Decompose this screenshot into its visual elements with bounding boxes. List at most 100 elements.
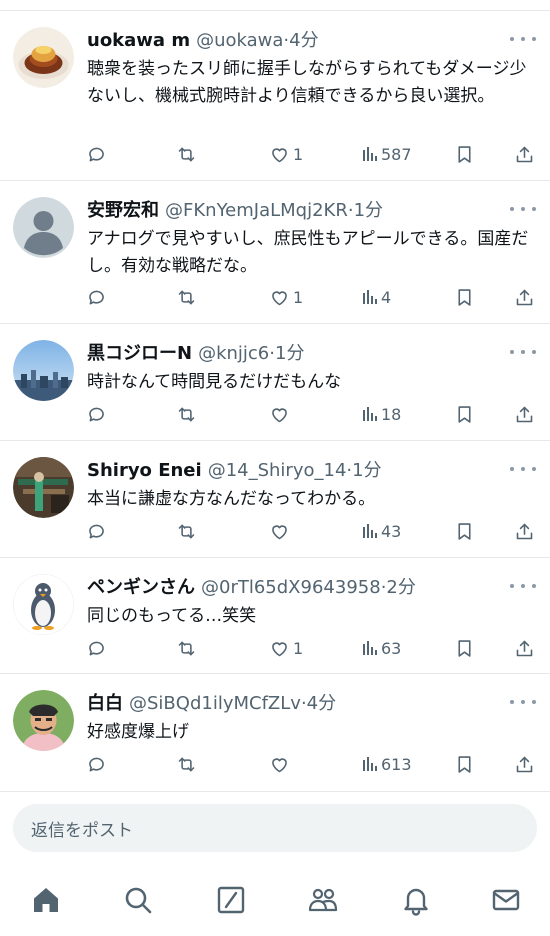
tab-messages[interactable] xyxy=(488,882,524,918)
views-button[interactable]: 4 xyxy=(362,284,391,310)
reply-item[interactable]: uokawa m @uokawa·4分 聴衆を装ったスリ師に握手しながらすられても… xyxy=(0,11,550,181)
user-handle[interactable]: @FKnYemJaLMqj2KR xyxy=(165,200,348,221)
more-options-icon[interactable] xyxy=(510,29,536,49)
repost-button[interactable] xyxy=(176,401,197,427)
reply-item[interactable]: 白白 @SiBQd1ilyMCfZLv·4分 好感度爆上げ 613 xyxy=(0,674,550,792)
avatar[interactable] xyxy=(13,457,74,518)
reply-icon xyxy=(89,290,104,304)
like-count: 1 xyxy=(293,287,304,307)
like-button[interactable]: 1 xyxy=(269,284,303,310)
like-button[interactable] xyxy=(269,518,293,544)
display-name[interactable]: ペンギンさん xyxy=(87,577,195,598)
reply-composer[interactable]: 返信をポスト xyxy=(13,804,537,852)
tab-search[interactable] xyxy=(120,882,156,918)
reply-item[interactable]: 安野宏和 @FKnYemJaLMqj2KR·1分 アナログで見やすいし、庶民性もア… xyxy=(0,181,550,324)
timestamp[interactable]: 4分 xyxy=(307,693,336,714)
repost-button[interactable] xyxy=(176,751,197,777)
tab-home[interactable] xyxy=(28,882,64,918)
display-name[interactable]: uokawa m xyxy=(87,30,190,51)
share-button[interactable] xyxy=(514,141,535,167)
timestamp[interactable]: 2分 xyxy=(386,577,415,598)
reply-header: 白白 @SiBQd1ilyMCfZLv·4分 xyxy=(87,692,510,716)
more-options-icon[interactable] xyxy=(510,576,536,596)
views-button[interactable]: 63 xyxy=(362,635,401,661)
timestamp[interactable]: 1分 xyxy=(352,460,381,481)
reply-icon xyxy=(89,757,104,771)
views-button[interactable]: 18 xyxy=(362,401,401,427)
like-count: 1 xyxy=(293,638,304,658)
reply-text: アナログで見やすいし、庶民性もアピールできる。国産だし。有効な戦略だな。 xyxy=(87,229,529,276)
repost-button[interactable] xyxy=(176,141,197,167)
avatar[interactable] xyxy=(13,340,74,401)
more-options-icon[interactable] xyxy=(510,342,536,362)
views-button[interactable]: 613 xyxy=(362,751,412,777)
reply-text: 本当に謙虚な方なんだなってわかる。 xyxy=(87,489,376,509)
more-options-icon[interactable] xyxy=(510,692,536,712)
repost-icon xyxy=(178,407,195,421)
bookmark-button[interactable] xyxy=(454,751,475,777)
reply-icon xyxy=(89,524,104,538)
reply-button[interactable] xyxy=(86,751,107,777)
display-name[interactable]: 白白 xyxy=(87,693,123,714)
composer-placeholder[interactable]: 返信をポスト xyxy=(31,816,133,841)
repost-icon xyxy=(178,290,195,304)
like-button[interactable] xyxy=(269,751,293,777)
avatar[interactable] xyxy=(13,574,74,635)
tab-communities[interactable] xyxy=(305,882,341,918)
user-handle[interactable]: @0rTl65dX9643958 xyxy=(201,577,381,598)
avatar[interactable] xyxy=(13,27,74,88)
timestamp[interactable]: 1分 xyxy=(275,343,304,364)
avatar[interactable] xyxy=(13,690,74,751)
views-button[interactable]: 587 xyxy=(362,141,412,167)
user-handle[interactable]: @uokawa xyxy=(196,30,283,51)
heart-icon xyxy=(272,290,287,305)
repost-icon xyxy=(178,147,195,161)
reply-text: 時計なんて時間見るだけだもんな xyxy=(87,372,342,392)
display-name[interactable]: Shiryo Enei xyxy=(87,460,202,481)
views-button[interactable]: 43 xyxy=(362,518,401,544)
reply-button[interactable] xyxy=(86,518,107,544)
view-count: 43 xyxy=(381,521,402,541)
action-bar: 1 4 xyxy=(84,284,536,310)
share-button[interactable] xyxy=(514,401,535,427)
timestamp[interactable]: 4分 xyxy=(289,30,318,51)
reply-button[interactable] xyxy=(86,284,107,310)
display-name[interactable]: 黒コジローN xyxy=(87,343,192,364)
reply-icon xyxy=(89,147,104,161)
bookmark-button[interactable] xyxy=(454,284,475,310)
bookmark-button[interactable] xyxy=(454,518,475,544)
user-handle[interactable]: @SiBQd1ilyMCfZLv xyxy=(129,693,301,714)
timestamp[interactable]: 1分 xyxy=(354,200,383,221)
more-options-icon[interactable] xyxy=(510,199,536,219)
bookmark-button[interactable] xyxy=(454,401,475,427)
display-name[interactable]: 安野宏和 xyxy=(87,200,159,221)
reply-button[interactable] xyxy=(86,635,107,661)
tab-notifications[interactable] xyxy=(398,882,434,918)
share-button[interactable] xyxy=(514,635,535,661)
user-handle[interactable]: @knjjc6 xyxy=(198,343,269,364)
reply-item[interactable]: Shiryo Enei @14_Shiryo_14·1分 本当に謙虚な方なんだなっ… xyxy=(0,441,550,558)
bookmark-button[interactable] xyxy=(454,635,475,661)
like-button[interactable]: 1 xyxy=(269,635,303,661)
user-handle[interactable]: @14_Shiryo_14 xyxy=(208,460,347,481)
avatar[interactable] xyxy=(13,197,74,258)
views-icon xyxy=(363,147,377,161)
share-button[interactable] xyxy=(514,284,535,310)
repost-button[interactable] xyxy=(176,635,197,661)
reply-button[interactable] xyxy=(86,141,107,167)
repost-button[interactable] xyxy=(176,284,197,310)
share-button[interactable] xyxy=(514,518,535,544)
share-button[interactable] xyxy=(514,751,535,777)
reply-item[interactable]: ペンギンさん @0rTl65dX9643958·2分 同じのもってる…笑笑 1 6… xyxy=(0,558,550,674)
repost-button[interactable] xyxy=(176,518,197,544)
more-options-icon[interactable] xyxy=(510,459,536,479)
reply-button[interactable] xyxy=(86,401,107,427)
reply-header: 安野宏和 @FKnYemJaLMqj2KR·1分 xyxy=(87,199,510,223)
tab-grok[interactable] xyxy=(213,882,249,918)
reply-item[interactable]: 黒コジローN @knjjc6·1分 時計なんて時間見るだけだもんな 18 xyxy=(0,324,550,441)
reply-header: 黒コジローN @knjjc6·1分 xyxy=(87,342,510,366)
like-button[interactable]: 1 xyxy=(269,141,303,167)
view-count: 63 xyxy=(381,638,402,658)
bookmark-button[interactable] xyxy=(454,141,475,167)
like-button[interactable] xyxy=(269,401,293,427)
